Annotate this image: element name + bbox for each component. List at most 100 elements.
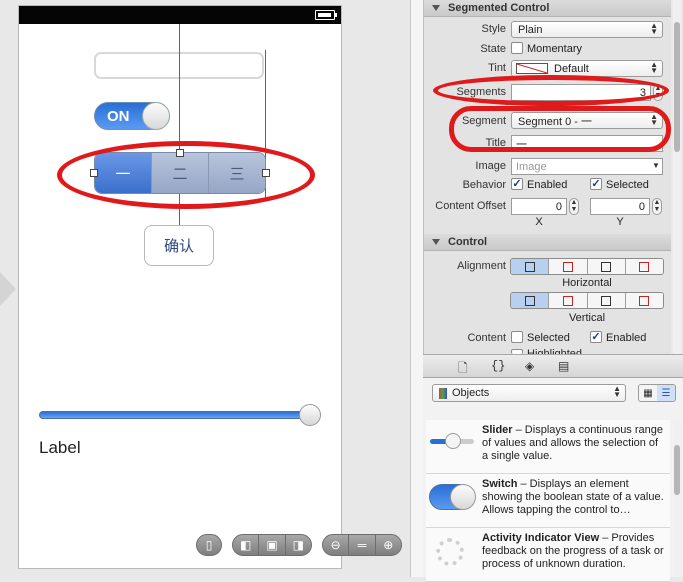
confirm-button[interactable]: 确认	[144, 225, 214, 266]
content-selected-checkbox[interactable]	[511, 331, 523, 343]
momentary-checkbox[interactable]	[511, 42, 523, 54]
file-template-icon[interactable]: 🗋	[458, 359, 468, 380]
slider-icon-thumb	[445, 433, 461, 449]
section-title: Segmented Control	[448, 2, 550, 14]
slider-thumb[interactable]	[299, 404, 321, 426]
offset-y-stepper[interactable]: ▲ ▼	[652, 198, 662, 215]
zoom-group: ⊖ ═ ⊕	[322, 534, 402, 556]
layout-right-icon[interactable]: ◨	[284, 535, 311, 555]
switch-label: ON	[107, 108, 130, 125]
library-scrollbar[interactable]	[673, 420, 681, 577]
disclosure-triangle-icon	[432, 239, 440, 245]
library-item-slider[interactable]: Slider – Displays a continuous range of …	[426, 420, 670, 474]
annotation-ring-segmented	[57, 141, 315, 209]
image-label: Image	[475, 160, 506, 172]
activity-indicator-icon	[436, 538, 464, 566]
behavior-selected-checkbox[interactable]: ✓	[590, 178, 602, 190]
slider-track[interactable]	[39, 411, 311, 419]
align-vfill-icon[interactable]	[624, 293, 663, 308]
behavior-enabled-checkbox[interactable]: ✓	[511, 178, 523, 190]
align-center-icon[interactable]	[548, 259, 587, 274]
grid-view-icon[interactable]: ▦	[639, 385, 657, 401]
library-tab-bar: 🗋 {} ◈ ▤	[423, 354, 683, 378]
content-label: Content	[467, 332, 506, 344]
library-item-name: Activity Indicator View	[482, 532, 600, 544]
library-item-name: Slider	[482, 424, 513, 436]
popup-arrows-icon: ▲ ▼	[650, 60, 658, 75]
x-label: X	[535, 216, 543, 228]
image-combo[interactable]: Image	[511, 158, 663, 175]
status-bar	[19, 6, 341, 24]
behavior-label: Behavior	[462, 179, 506, 191]
color-well-icon	[516, 63, 548, 74]
switch-icon-knob	[450, 484, 476, 510]
object-library-icon[interactable]: ◈	[525, 359, 534, 373]
list-view-icon[interactable]: ☰	[657, 385, 675, 401]
vertical-alignment-control[interactable]	[510, 292, 664, 309]
align-left-icon[interactable]	[511, 259, 549, 274]
control-section-header[interactable]: Control	[424, 234, 671, 251]
code-snippet-icon[interactable]: {}	[491, 359, 505, 373]
behavior-selected-label: Selected	[606, 179, 649, 191]
align-middle-icon[interactable]	[548, 293, 587, 308]
device-icon[interactable]: ▯	[197, 535, 221, 555]
battery-tip	[335, 13, 337, 17]
section-title: Control	[448, 236, 488, 248]
zoom-in-icon[interactable]: ⊕	[374, 535, 401, 555]
design-canvas[interactable]: ON 一 二 三 确认 Label ▯ ◧ ▣ ◨ ⊖ ═ ⊕	[0, 0, 410, 577]
objects-popup[interactable]: Objects ▲ ▼	[432, 384, 626, 402]
label-text: Label	[39, 438, 81, 457]
annotation-ring-segments	[433, 75, 669, 106]
disclosure-triangle-icon	[432, 5, 440, 11]
align-bottom-icon[interactable]	[586, 293, 625, 308]
media-library-icon[interactable]: ▤	[558, 359, 569, 373]
layout-left-icon[interactable]: ◧	[233, 535, 258, 555]
tint-value: Default	[554, 62, 589, 75]
zoom-actual-icon[interactable]: ═	[348, 535, 374, 555]
style-value: Plain	[518, 23, 543, 36]
alignment-guide-vertical	[179, 24, 180, 244]
align-right-icon[interactable]	[586, 259, 625, 274]
library-scroll-thumb[interactable]	[674, 445, 680, 495]
offset-y-field[interactable]: 0	[590, 198, 650, 215]
zoom-out-icon[interactable]: ⊖	[323, 535, 348, 555]
align-fill-icon[interactable]	[624, 259, 663, 274]
switch-knob[interactable]	[142, 102, 170, 130]
content-offset-label: Content Offset	[435, 200, 506, 212]
horizontal-label: Horizontal	[562, 277, 612, 289]
library-item-switch[interactable]: Switch – Displays an element showing the…	[426, 474, 670, 528]
offset-x-field[interactable]: 0	[511, 198, 567, 215]
device-toggle-group: ▯	[196, 534, 222, 556]
objects-label: Objects	[452, 387, 490, 399]
inspector-scroll-thumb[interactable]	[674, 22, 680, 152]
y-label: Y	[616, 216, 624, 228]
content-enabled-label: Enabled	[606, 332, 647, 344]
alignment-label: Alignment	[457, 260, 506, 272]
view-mode-toggle[interactable]: ▦ ☰	[638, 384, 676, 402]
horizontal-alignment-control[interactable]	[510, 258, 664, 275]
library-item-name: Switch	[482, 478, 518, 490]
library-books-icon	[439, 387, 447, 399]
style-label: Style	[481, 23, 506, 35]
momentary-label: Momentary	[527, 43, 583, 55]
library-item-activity-indicator[interactable]: Activity Indicator View – Provides feedb…	[426, 528, 670, 582]
layout-fit-icon[interactable]: ▣	[258, 535, 284, 555]
state-label: State	[480, 43, 506, 55]
attributes-inspector: Segmented Control Style Plain ▲ ▼ State M…	[423, 0, 671, 354]
content-selected-label: Selected	[527, 332, 570, 344]
tint-label: Tint	[488, 62, 506, 74]
iphone-view[interactable]: ON 一 二 三 确认 Label	[18, 5, 342, 569]
popup-arrows-icon: ▲ ▼	[650, 21, 658, 36]
scene-entry-arrow-icon	[0, 272, 16, 306]
on-switch[interactable]: ON	[94, 102, 170, 130]
offset-x-stepper[interactable]: ▲ ▼	[569, 198, 579, 215]
split-divider[interactable]	[410, 0, 423, 577]
battery-icon	[315, 10, 335, 20]
layout-group: ◧ ▣ ◨	[232, 534, 312, 556]
align-top-icon[interactable]	[511, 293, 549, 308]
popup-arrows-icon: ▲ ▼	[613, 384, 621, 399]
content-enabled-checkbox[interactable]: ✓	[590, 331, 602, 343]
combo-arrow-icon: ▼	[652, 161, 660, 170]
segmented-control-section-header[interactable]: Segmented Control	[424, 0, 671, 17]
style-popup[interactable]: Plain ▲ ▼	[511, 21, 663, 38]
